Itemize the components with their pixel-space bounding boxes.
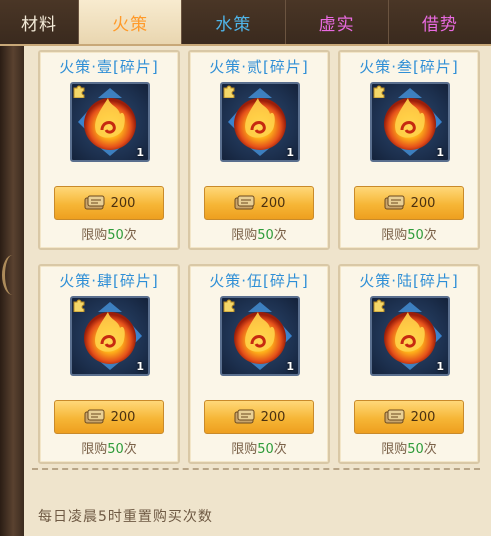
item-quantity: 1 xyxy=(286,360,294,373)
item-title: 火策·陆[碎片] xyxy=(359,272,459,290)
fragment-icon xyxy=(73,85,85,98)
limit-count: 50 xyxy=(257,228,274,243)
price-label: 200 xyxy=(260,195,286,211)
limit-prefix: 限购 xyxy=(81,228,108,243)
tab-bar: 材料 火策 水策 虚实 借势 xyxy=(0,0,491,46)
item-card[interactable]: 火策·壹[碎片] 1 200 限购50次 xyxy=(38,50,180,250)
limit-count: 50 xyxy=(257,442,274,457)
limit-count: 50 xyxy=(407,228,424,243)
fragment-icon xyxy=(223,85,235,98)
limit-prefix: 限购 xyxy=(231,228,258,243)
buy-button[interactable]: 200 xyxy=(54,186,164,220)
price-label: 200 xyxy=(110,409,136,425)
item-icon[interactable]: 1 xyxy=(70,296,150,376)
limit-suffix: 次 xyxy=(123,442,137,457)
item-quantity: 1 xyxy=(136,360,144,373)
limit-suffix: 次 xyxy=(273,442,287,457)
price-label: 200 xyxy=(410,409,436,425)
item-title: 火策·叁[碎片] xyxy=(359,58,459,76)
tab-momentum[interactable]: 借势 xyxy=(389,0,491,44)
limit-suffix: 次 xyxy=(123,228,137,243)
tab-water-strategy[interactable]: 水策 xyxy=(182,0,286,44)
purchase-limit: 限购50次 xyxy=(40,438,178,457)
item-quantity: 1 xyxy=(436,146,444,159)
item-quantity: 1 xyxy=(436,360,444,373)
currency-token-icon xyxy=(234,195,255,210)
currency-token-icon xyxy=(84,409,105,424)
buy-button[interactable]: 200 xyxy=(354,400,464,434)
item-title: 火策·壹[碎片] xyxy=(59,58,159,76)
item-card[interactable]: 火策·叁[碎片] 1 200 限购50次 xyxy=(338,50,480,250)
buy-button[interactable]: 200 xyxy=(204,186,314,220)
limit-suffix: 次 xyxy=(423,442,437,457)
price-label: 200 xyxy=(260,409,286,425)
limit-prefix: 限购 xyxy=(381,228,408,243)
fragment-icon xyxy=(373,85,385,98)
limit-prefix: 限购 xyxy=(81,442,108,457)
item-card[interactable]: 火策·陆[碎片] 1 200 限购50次 xyxy=(338,264,480,464)
currency-token-icon xyxy=(84,195,105,210)
tab-feint[interactable]: 虚实 xyxy=(286,0,389,44)
item-icon[interactable]: 1 xyxy=(370,296,450,376)
purchase-limit: 限购50次 xyxy=(340,224,478,243)
tab-materials[interactable]: 材料 xyxy=(0,0,79,44)
item-icon[interactable]: 1 xyxy=(70,82,150,162)
item-quantity: 1 xyxy=(286,146,294,159)
limit-prefix: 限购 xyxy=(231,442,258,457)
buy-button[interactable]: 200 xyxy=(204,400,314,434)
limit-count: 50 xyxy=(107,228,124,243)
item-title: 火策·贰[碎片] xyxy=(209,58,309,76)
limit-prefix: 限购 xyxy=(381,442,408,457)
limit-count: 50 xyxy=(407,442,424,457)
currency-token-icon xyxy=(234,409,255,424)
item-icon[interactable]: 1 xyxy=(370,82,450,162)
item-card[interactable]: 火策·伍[碎片] 1 200 限购50次 xyxy=(188,264,330,464)
divider xyxy=(32,468,480,470)
price-label: 200 xyxy=(410,195,436,211)
fragment-icon xyxy=(73,299,85,312)
buy-button[interactable]: 200 xyxy=(354,186,464,220)
buy-button[interactable]: 200 xyxy=(54,400,164,434)
item-title: 火策·伍[碎片] xyxy=(209,272,309,290)
left-frame xyxy=(0,0,24,536)
item-quantity: 1 xyxy=(136,146,144,159)
fragment-icon xyxy=(223,299,235,312)
limit-suffix: 次 xyxy=(273,228,287,243)
currency-token-icon xyxy=(384,195,405,210)
currency-token-icon xyxy=(384,409,405,424)
reset-note: 每日凌晨5时重置购买次数 xyxy=(38,509,213,525)
purchase-limit: 限购50次 xyxy=(340,438,478,457)
purchase-limit: 限购50次 xyxy=(190,438,328,457)
item-card[interactable]: 火策·贰[碎片] 1 200 限购50次 xyxy=(188,50,330,250)
item-icon[interactable]: 1 xyxy=(220,296,300,376)
limit-suffix: 次 xyxy=(423,228,437,243)
item-card[interactable]: 火策·肆[碎片] 1 200 限购50次 xyxy=(38,264,180,464)
tab-fire-strategy[interactable]: 火策 xyxy=(79,0,183,44)
purchase-limit: 限购50次 xyxy=(40,224,178,243)
item-title: 火策·肆[碎片] xyxy=(59,272,159,290)
purchase-limit: 限购50次 xyxy=(190,224,328,243)
fragment-icon xyxy=(373,299,385,312)
price-label: 200 xyxy=(110,195,136,211)
item-grid: 火策·壹[碎片] 1 200 限购50次 火策·贰[碎片] 1 200 限购50… xyxy=(38,50,480,464)
item-icon[interactable]: 1 xyxy=(220,82,300,162)
limit-count: 50 xyxy=(107,442,124,457)
frame-ornament xyxy=(2,255,23,295)
